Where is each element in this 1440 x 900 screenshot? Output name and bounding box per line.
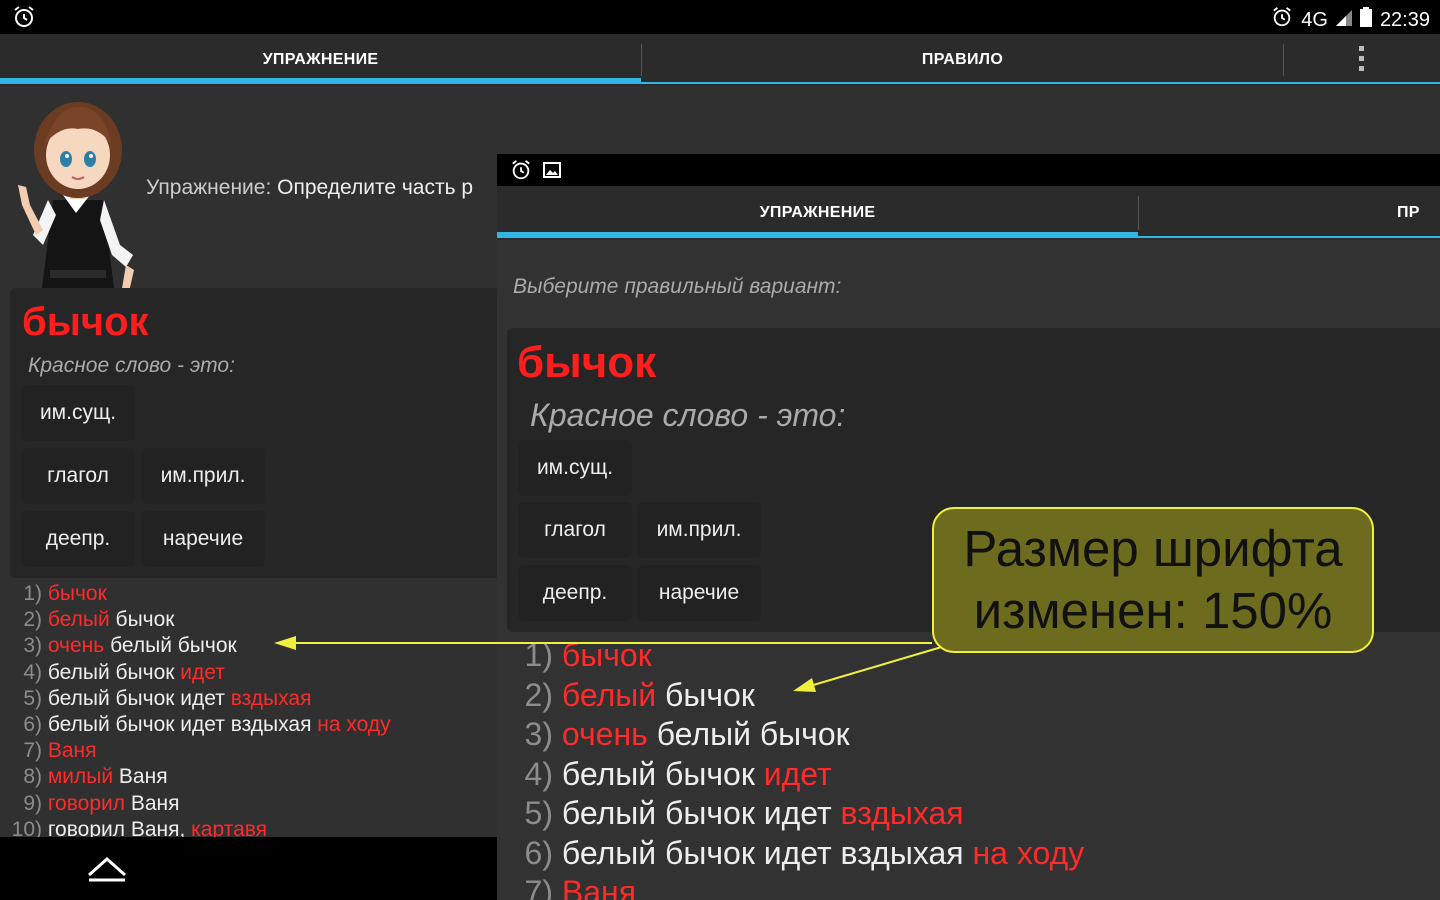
annotation-arrows xyxy=(274,636,946,692)
font-size-callout: Размер шрифта изменен: 150% xyxy=(932,507,1374,653)
callout-line-2: изменен: 150% xyxy=(973,582,1333,639)
callout-line-1: Размер шрифта xyxy=(963,520,1343,577)
